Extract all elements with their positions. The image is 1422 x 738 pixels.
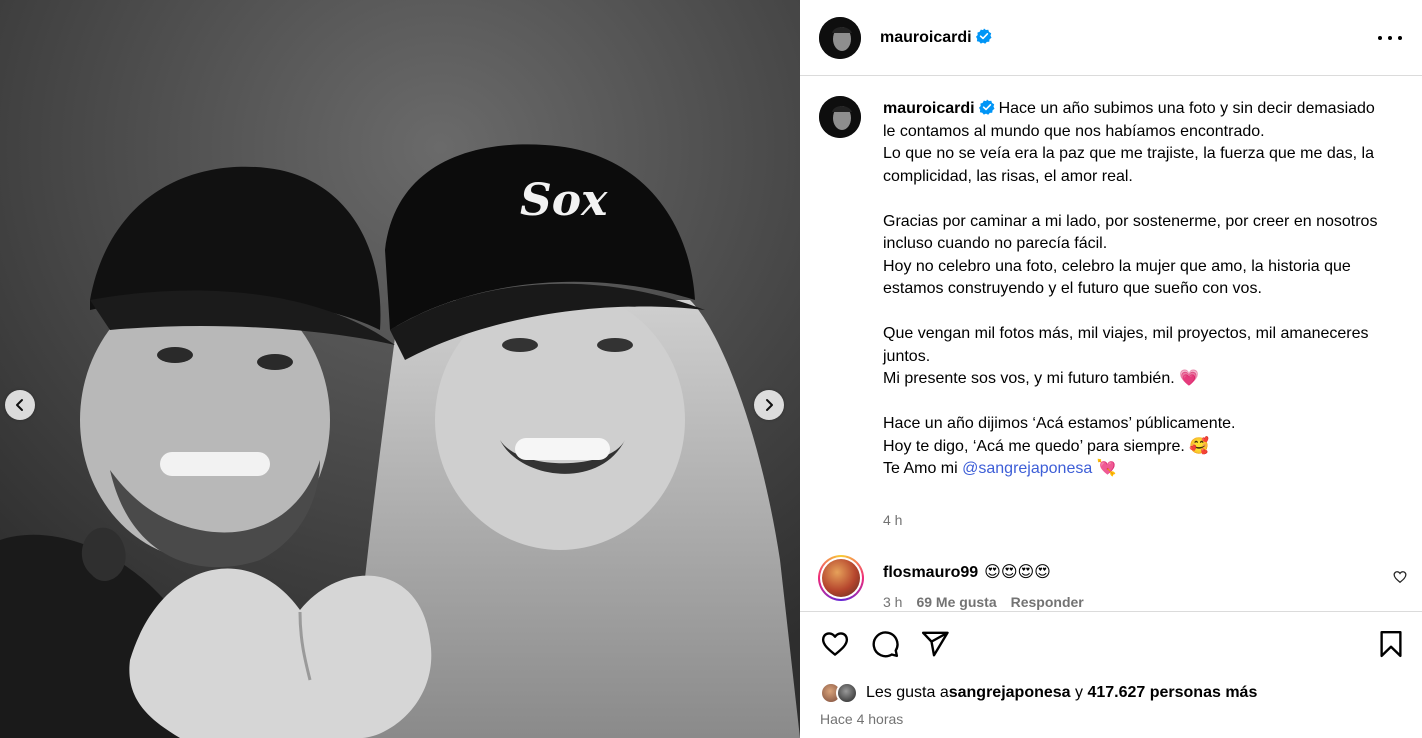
next-photo-button[interactable] [754, 390, 784, 420]
more-horizontal-icon [1378, 36, 1382, 40]
chevron-right-icon [766, 399, 773, 411]
save-button[interactable] [1376, 629, 1406, 659]
comment-meta: 3 h 69 Me gusta Responder [883, 594, 1084, 610]
caption-text: mauroicardi Hace un año subimos una foto … [883, 98, 1383, 481]
like-button[interactable] [820, 629, 850, 659]
comment-bubble-icon [872, 631, 899, 658]
caption-body: Hace un año subimos una foto y sin decir… [883, 100, 1378, 477]
verified-badge-icon [978, 99, 995, 115]
commenter-avatar[interactable] [818, 555, 864, 601]
likes-joiner: y [1070, 684, 1088, 701]
caption-timestamp[interactable]: 4 h [883, 512, 902, 528]
comment-item: flosmauro99 😍😍😍😍 3 h 69 Me gusta Responde… [800, 553, 1422, 613]
cap-logo: Sox [520, 175, 608, 226]
share-button[interactable] [920, 629, 950, 659]
heart-icon [821, 632, 849, 656]
post-actions: Les gusta a sangrejaponesa y 417.627 per… [800, 611, 1422, 738]
commenter-username[interactable]: flosmauro99 [883, 564, 978, 581]
caption-mention-link[interactable]: @sangrejaponesa [962, 460, 1092, 477]
caption-emoji: 💘 [1096, 460, 1117, 477]
liker-avatar[interactable] [836, 682, 858, 704]
chevron-left-icon [16, 399, 23, 411]
post-photo: Sox [0, 0, 800, 738]
caption-username[interactable]: mauroicardi [883, 99, 995, 117]
likes-summary: Les gusta a sangrejaponesa y 417.627 per… [820, 680, 1257, 706]
post-side-panel: mauroicardi mauroicardi Hace un año subim… [800, 0, 1422, 738]
previous-photo-button[interactable] [5, 390, 35, 420]
paper-plane-icon [921, 631, 949, 657]
comment-button[interactable] [870, 629, 900, 659]
likes-count-link[interactable]: 417.627 personas más [1087, 684, 1257, 702]
post-header: mauroicardi [800, 0, 1422, 76]
comment-text: 😍😍😍😍 [984, 564, 1051, 581]
verified-badge-icon [975, 28, 992, 44]
comment-body: flosmauro99 😍😍😍😍 [883, 562, 1051, 582]
more-options-button[interactable] [1378, 28, 1402, 48]
comment-time[interactable]: 3 h [883, 594, 902, 610]
post-caption: mauroicardi Hace un año subimos una foto … [800, 76, 1422, 610]
bookmark-icon [1380, 630, 1402, 658]
caption-author-avatar[interactable] [819, 96, 861, 138]
author-username[interactable]: mauroicardi [880, 28, 992, 47]
likes-prefix: Les gusta a [866, 684, 949, 701]
post-media[interactable]: Sox [0, 0, 800, 738]
comment-like-heart-icon[interactable] [1393, 570, 1407, 584]
post-timestamp[interactable]: Hace 4 horas [820, 711, 903, 727]
author-avatar[interactable] [819, 17, 861, 59]
likes-user-link[interactable]: sangrejaponesa [949, 684, 1071, 702]
comment-likes-count[interactable]: 69 Me gusta [916, 594, 996, 610]
comment-reply-button[interactable]: Responder [1011, 594, 1084, 610]
